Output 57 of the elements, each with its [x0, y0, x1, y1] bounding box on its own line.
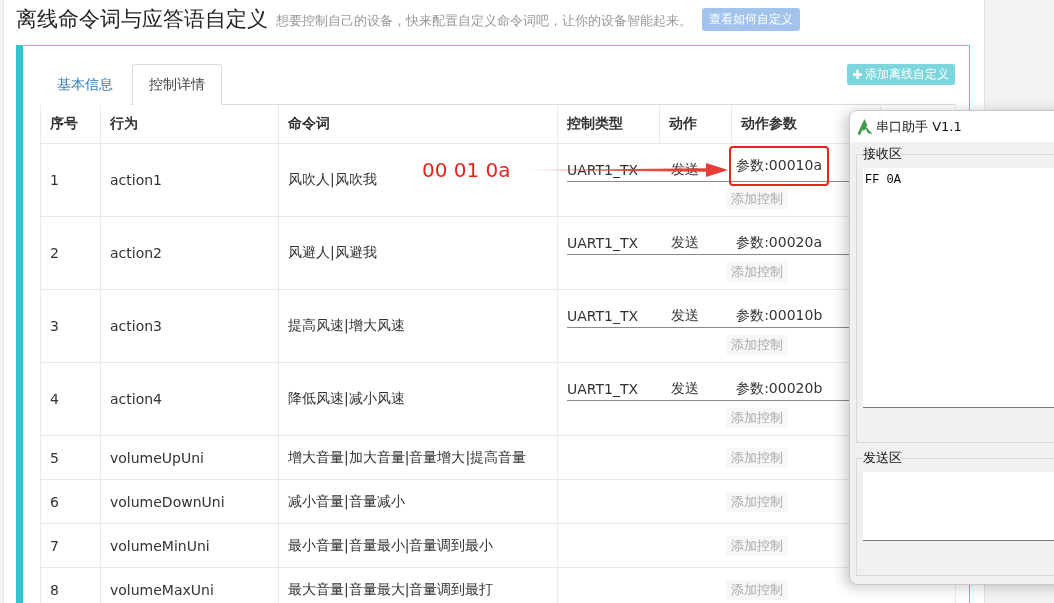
command-words-cell: 风避人|风避我	[278, 216, 558, 290]
behavior-cell: action3	[100, 289, 279, 363]
param-text: 参数:00010b	[736, 306, 823, 325]
action-text: 发送	[671, 306, 700, 325]
add-control-button[interactable]: 添加控制	[725, 535, 788, 556]
control-type-text: UART1_TX	[567, 161, 639, 178]
index-cell: 1	[40, 143, 101, 217]
command-words-cell: 降低风速|减小风速	[278, 362, 558, 436]
behavior-cell: volumeUpUni	[100, 435, 279, 480]
behavior-cell: volumeMinUni	[100, 523, 279, 568]
add-control-button[interactable]: 添加控制	[725, 189, 788, 209]
column-header: 行为	[100, 105, 279, 144]
param-text: 参数:00020a	[736, 233, 822, 252]
index-cell: 5	[40, 435, 101, 480]
help-button[interactable]: 查看如何自定义	[702, 7, 800, 31]
behavior-cell: volumeDownUni	[100, 479, 279, 524]
command-words-cell: 增大音量|加大音量|音量增大|提高音量	[278, 435, 558, 480]
param-text: 参数:00020b	[736, 379, 823, 398]
add-control-button[interactable]: 添加控制	[725, 579, 788, 600]
command-words-cell: 提高风速|增大风速	[278, 289, 558, 363]
receive-text-area[interactable]: FF 0A	[863, 168, 1054, 408]
column-header: 命令词	[278, 105, 558, 144]
add-offline-custom-button[interactable]: 添加离线自定义	[847, 64, 955, 85]
receive-area-label: 接收区	[863, 145, 902, 163]
action-text: 发送	[671, 379, 700, 398]
add-control-button[interactable]: 添加控制	[725, 335, 788, 355]
index-cell: 3	[40, 289, 101, 363]
action-text: 发送	[671, 233, 700, 252]
command-words-cell: 最小音量|音量最小|音量调到最小	[278, 523, 558, 568]
behavior-cell: action1	[100, 143, 279, 217]
index-cell: 8	[40, 567, 101, 603]
behavior-cell: action2	[100, 216, 279, 290]
index-cell: 4	[40, 362, 101, 436]
column-header: 序号	[40, 105, 101, 144]
app-logo-icon	[857, 118, 873, 135]
control-type-text: UART1_TX	[567, 234, 639, 251]
add-control-button[interactable]: 添加控制	[725, 491, 788, 512]
control-type-text: UART1_TX	[567, 380, 639, 397]
plus-icon	[853, 70, 862, 79]
tab[interactable]: 控制详情	[132, 64, 222, 105]
add-control-button[interactable]: 添加控制	[725, 447, 788, 468]
column-header: 控制类型	[557, 105, 660, 144]
control-type-text: UART1_TX	[567, 307, 639, 324]
add-control-button[interactable]: 添加控制	[725, 262, 788, 282]
command-words-cell: 减小音量|音量减小	[278, 479, 558, 524]
annotation-text: 00 01 0a	[422, 159, 511, 181]
page-title: 离线命令词与应答语自定义	[16, 6, 268, 32]
column-header: 动作	[659, 105, 732, 144]
send-area-label: 发送区	[863, 449, 902, 467]
add-control-button[interactable]: 添加控制	[725, 408, 788, 428]
send-text-area[interactable]	[863, 472, 1054, 541]
behavior-cell: action4	[100, 362, 279, 436]
index-cell: 2	[40, 216, 101, 290]
highlighted-param-text: 参数:00010a	[729, 145, 829, 186]
index-cell: 7	[40, 523, 101, 568]
page-subtitle: 想要控制自己的设备，快来配置自定义命令词吧，让你的设备智能起来。	[276, 11, 692, 30]
index-cell: 6	[40, 479, 101, 524]
